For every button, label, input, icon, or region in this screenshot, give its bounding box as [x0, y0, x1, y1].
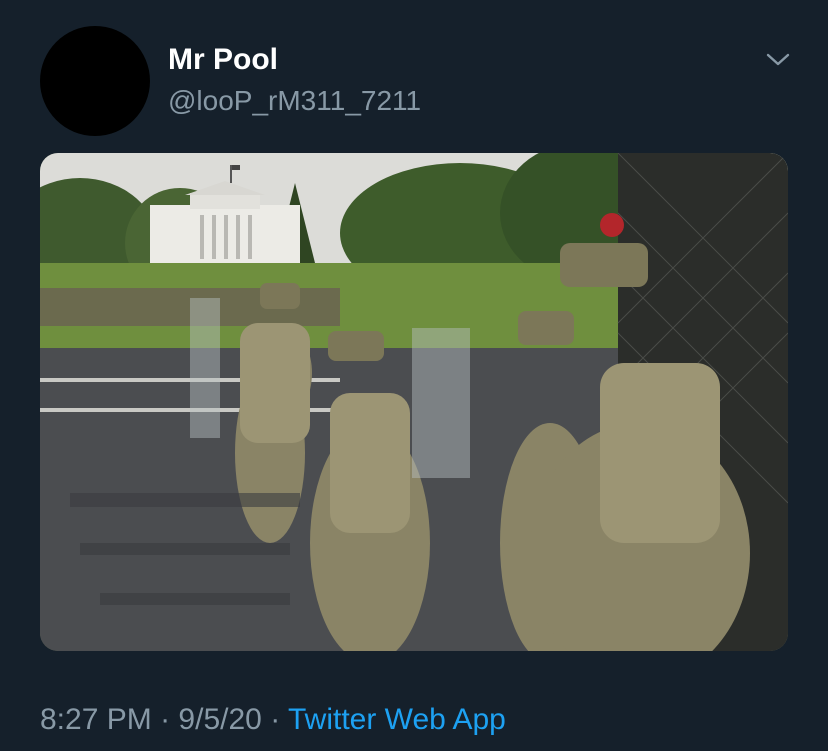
- chevron-down-icon[interactable]: [762, 48, 794, 72]
- avatar[interactable]: [40, 26, 150, 136]
- meta-separator: ·: [270, 703, 281, 736]
- author-handle[interactable]: @looP_rM311_7211: [168, 84, 421, 118]
- meta-separator: ·: [160, 703, 171, 736]
- tweet-date[interactable]: 9/5/20: [178, 703, 261, 736]
- tweet-meta: 8:27 PM · 9/5/20 · Twitter Web App: [40, 702, 506, 738]
- tweet: Mr Pool @looP_rM311_7211 8:27 PM · 9/5/2…: [0, 0, 828, 751]
- author-name[interactable]: Mr Pool: [168, 42, 278, 78]
- tweet-source-link[interactable]: Twitter Web App: [288, 703, 506, 736]
- tweet-time[interactable]: 8:27 PM: [40, 703, 152, 736]
- tweet-photo[interactable]: [40, 153, 788, 651]
